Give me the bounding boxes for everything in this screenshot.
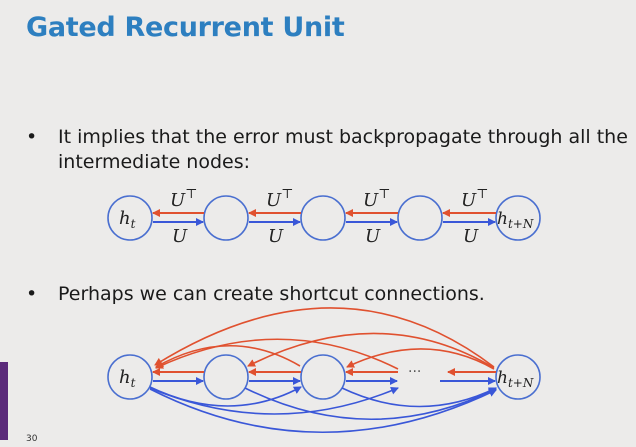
node-3	[397, 195, 443, 241]
chain-segment-2: U⊤ U	[248, 187, 301, 247]
backward-weight-label: U⊤	[170, 187, 197, 211]
backward-shortcut-arrow	[155, 345, 301, 368]
shortcut-diagram: ht ht+N ···	[107, 307, 541, 434]
ellipsis: ···	[408, 364, 421, 380]
node-1	[203, 195, 249, 241]
gru-diagrams: ht ht+N U⊤ U U⊤ U U⊤ U U⊤ U ht ht+N ···	[107, 187, 541, 434]
start-label: ht	[119, 367, 136, 390]
backward-weight-label: U⊤	[266, 187, 293, 211]
backward-weight-label: U⊤	[461, 187, 488, 211]
end-label: ht+N	[497, 368, 534, 390]
forward-weight-label: U	[172, 226, 188, 247]
node-1	[203, 354, 249, 400]
node-2	[300, 354, 346, 400]
chain-segment-1: U⊤ U	[152, 187, 204, 247]
node-2	[300, 195, 346, 241]
forward-weight-label: U	[463, 226, 479, 247]
backward-shortcut-arrow	[154, 307, 495, 368]
backward-weight-label: U⊤	[363, 187, 390, 211]
page-number: 30	[26, 434, 38, 444]
chain-segment-3: U⊤ U	[345, 187, 398, 247]
start-label: ht	[119, 208, 136, 231]
end-label: ht+N	[497, 209, 534, 231]
chain-segment-4: U⊤ U	[442, 187, 496, 247]
slide: Gated Recurrent Unit • It implies that t…	[0, 0, 636, 447]
forward-weight-label: U	[365, 226, 381, 247]
chain-diagram: ht ht+N U⊤ U U⊤ U U⊤ U U⊤ U	[107, 187, 541, 247]
forward-shortcut-arrow	[341, 387, 497, 408]
side-accent-bar	[0, 362, 8, 440]
forward-weight-label: U	[268, 226, 284, 247]
